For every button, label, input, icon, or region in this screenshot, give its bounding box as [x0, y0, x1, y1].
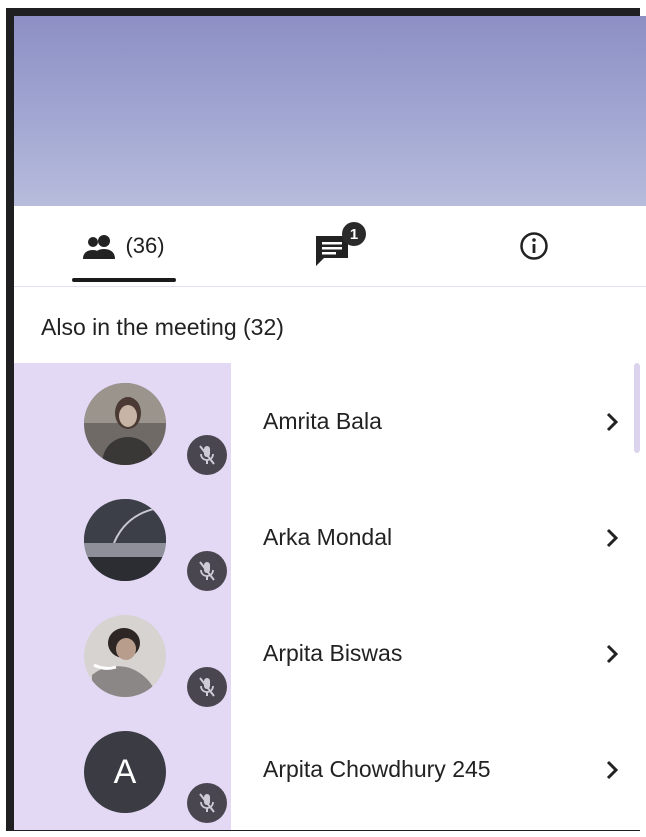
participant-row[interactable]: Arka Mondal: [14, 479, 646, 595]
info-icon: [520, 232, 548, 260]
chevron-right-icon: [606, 644, 619, 664]
avatar-photo: [84, 499, 166, 581]
avatar: A: [84, 731, 166, 813]
mic-off-icon: [187, 783, 227, 823]
participant-row[interactable]: Amrita Bala: [14, 363, 646, 479]
participant-row[interactable]: Arpita Biswas: [14, 595, 646, 711]
avatar: [84, 615, 166, 697]
avatar-photo: [84, 383, 166, 465]
participant-name: Arpita Biswas: [263, 640, 403, 666]
tab-people[interactable]: (36): [54, 206, 194, 286]
chevron-right-icon: [606, 412, 619, 432]
participant-list: Amrita Bala Arka Mondal Arpita Biswas A …: [14, 363, 646, 830]
mic-off-icon: [187, 435, 227, 475]
unread-badge: 1: [342, 222, 366, 246]
mic-off-icon: [187, 551, 227, 591]
chevron-right-icon: [606, 760, 619, 780]
chat-icon-wrap: 1: [294, 206, 384, 286]
avatar-photo: [84, 615, 166, 697]
active-tab-indicator: [72, 278, 176, 282]
section-title: Also in the meeting (32): [41, 314, 284, 340]
participant-row[interactable]: A Arpita Chowdhury 245: [14, 711, 646, 827]
participant-name: Amrita Bala: [263, 408, 382, 434]
avatar: [84, 383, 166, 465]
tab-chat[interactable]: 1: [294, 206, 384, 286]
participant-name: Arpita Chowdhury 245: [263, 756, 491, 782]
participant-name: Arka Mondal: [263, 524, 393, 550]
chevron-right-icon: [606, 528, 619, 548]
mic-off-icon: [187, 667, 227, 707]
avatar: [84, 499, 166, 581]
video-preview: [14, 16, 646, 206]
tab-info[interactable]: [504, 206, 564, 286]
panel-tabs: (36) 1: [14, 206, 646, 287]
people-icon: [83, 235, 116, 259]
participant-count: (36): [125, 233, 165, 258]
meeting-panel: (36) 1 Also in the meeting (32) Amrita B…: [14, 16, 646, 830]
